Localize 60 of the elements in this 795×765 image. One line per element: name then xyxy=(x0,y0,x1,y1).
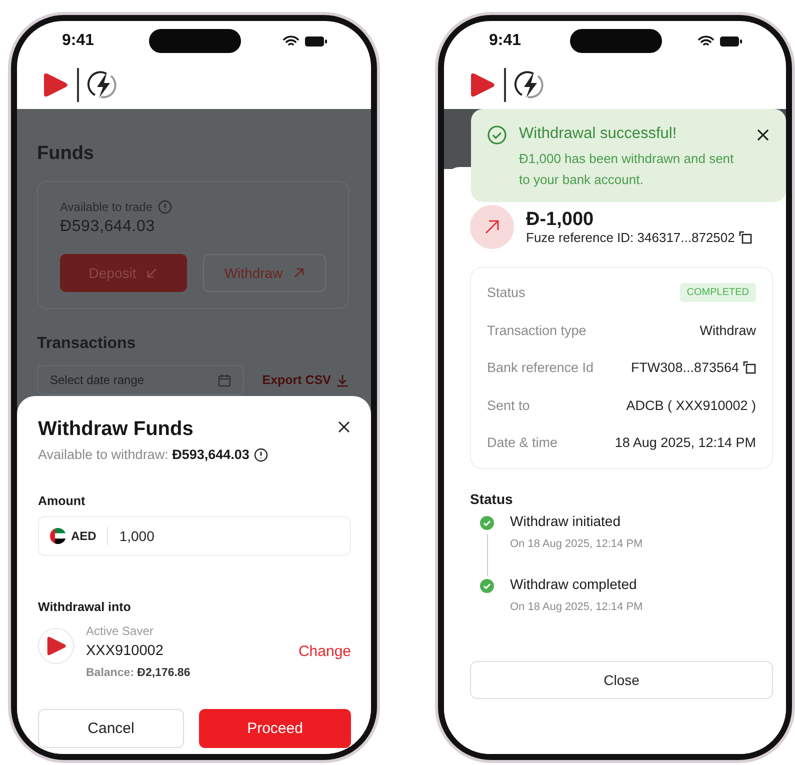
close-icon[interactable] xyxy=(337,420,351,434)
play-logo-icon xyxy=(45,635,67,657)
timeline-time: On 18 Aug 2025, 12:14 PM xyxy=(510,538,643,550)
amount-field[interactable]: AED 1,000 xyxy=(38,516,351,556)
play-logo-icon xyxy=(468,71,496,99)
wifi-icon xyxy=(283,35,299,47)
arrow-up-right-icon xyxy=(292,267,305,279)
account-balance: Balance: Đ2,176.86 xyxy=(86,667,192,679)
battery-icon xyxy=(305,36,327,46)
arrow-up-right-icon xyxy=(484,219,500,235)
detail-value: ADCB ( XXX910002 ) xyxy=(626,398,756,413)
detail-label: Sent to xyxy=(487,398,530,413)
timeline-title: Withdraw completed xyxy=(510,576,638,592)
field-label: Withdrawal into xyxy=(38,600,132,614)
timeline-title: Withdraw initiated xyxy=(510,512,622,528)
battery-icon xyxy=(720,36,742,46)
available-amount: Đ593,644.03 xyxy=(60,218,156,236)
status-badge: COMPLETED xyxy=(680,283,756,302)
copy-icon[interactable] xyxy=(738,230,752,244)
withdraw-amount: Đ-1,000 xyxy=(526,210,595,230)
available-text: Available to withdraw: Đ593,644.03 xyxy=(38,447,250,462)
timeline-time: On 18 Aug 2025, 12:14 PM xyxy=(510,600,643,612)
export-csv-link[interactable]: Export CSV xyxy=(262,373,349,387)
close-icon[interactable] xyxy=(756,128,770,142)
info-icon xyxy=(254,448,268,462)
download-icon xyxy=(336,374,349,386)
section-title: Status xyxy=(470,490,514,506)
detail-value: 18 Aug 2025, 12:14 PM xyxy=(614,435,756,450)
detail-label: Transaction type xyxy=(487,322,586,338)
section-title: Transactions xyxy=(37,335,137,353)
detail-label: Status xyxy=(487,285,526,300)
status-time: 9:41 xyxy=(489,32,522,50)
play-logo-icon xyxy=(41,71,69,99)
lightning-logo-icon xyxy=(86,69,118,101)
lightning-logo-icon xyxy=(514,69,546,101)
change-link[interactable]: Change xyxy=(298,643,351,660)
calendar-icon xyxy=(218,374,232,386)
info-icon xyxy=(158,200,172,214)
detail-value: Withdraw xyxy=(700,322,756,338)
status-time: 9:41 xyxy=(62,32,96,50)
account-type: Active Saver xyxy=(86,624,154,638)
account-number: XXX910002 xyxy=(86,643,164,659)
check-circle-icon xyxy=(487,125,507,145)
proceed-button[interactable]: Proceed xyxy=(199,709,351,748)
page-title: Funds xyxy=(37,143,95,165)
toast-title: Withdrawal successful! xyxy=(519,125,678,143)
arrow-down-left-icon xyxy=(146,267,158,279)
toast-message: Đ1,000 has been withdrawn and sent to your bank account. xyxy=(519,150,735,189)
wifi-icon xyxy=(698,35,714,47)
cancel-button[interactable]: Cancel xyxy=(38,709,184,748)
copy-icon[interactable] xyxy=(743,361,756,374)
flag-icon xyxy=(50,528,66,544)
detail-label: Date & time xyxy=(487,435,558,450)
field-label: Amount xyxy=(38,494,86,508)
close-button[interactable]: Close xyxy=(470,660,773,698)
reference-id: Fuze reference ID: 346317...872502 xyxy=(526,230,735,244)
sheet-title: Withdraw Funds xyxy=(38,418,194,441)
detail-value: FTW308...873564 xyxy=(630,360,739,376)
date-range-field[interactable]: Select date range xyxy=(37,365,244,395)
detail-label: Bank reference Id xyxy=(487,360,594,376)
